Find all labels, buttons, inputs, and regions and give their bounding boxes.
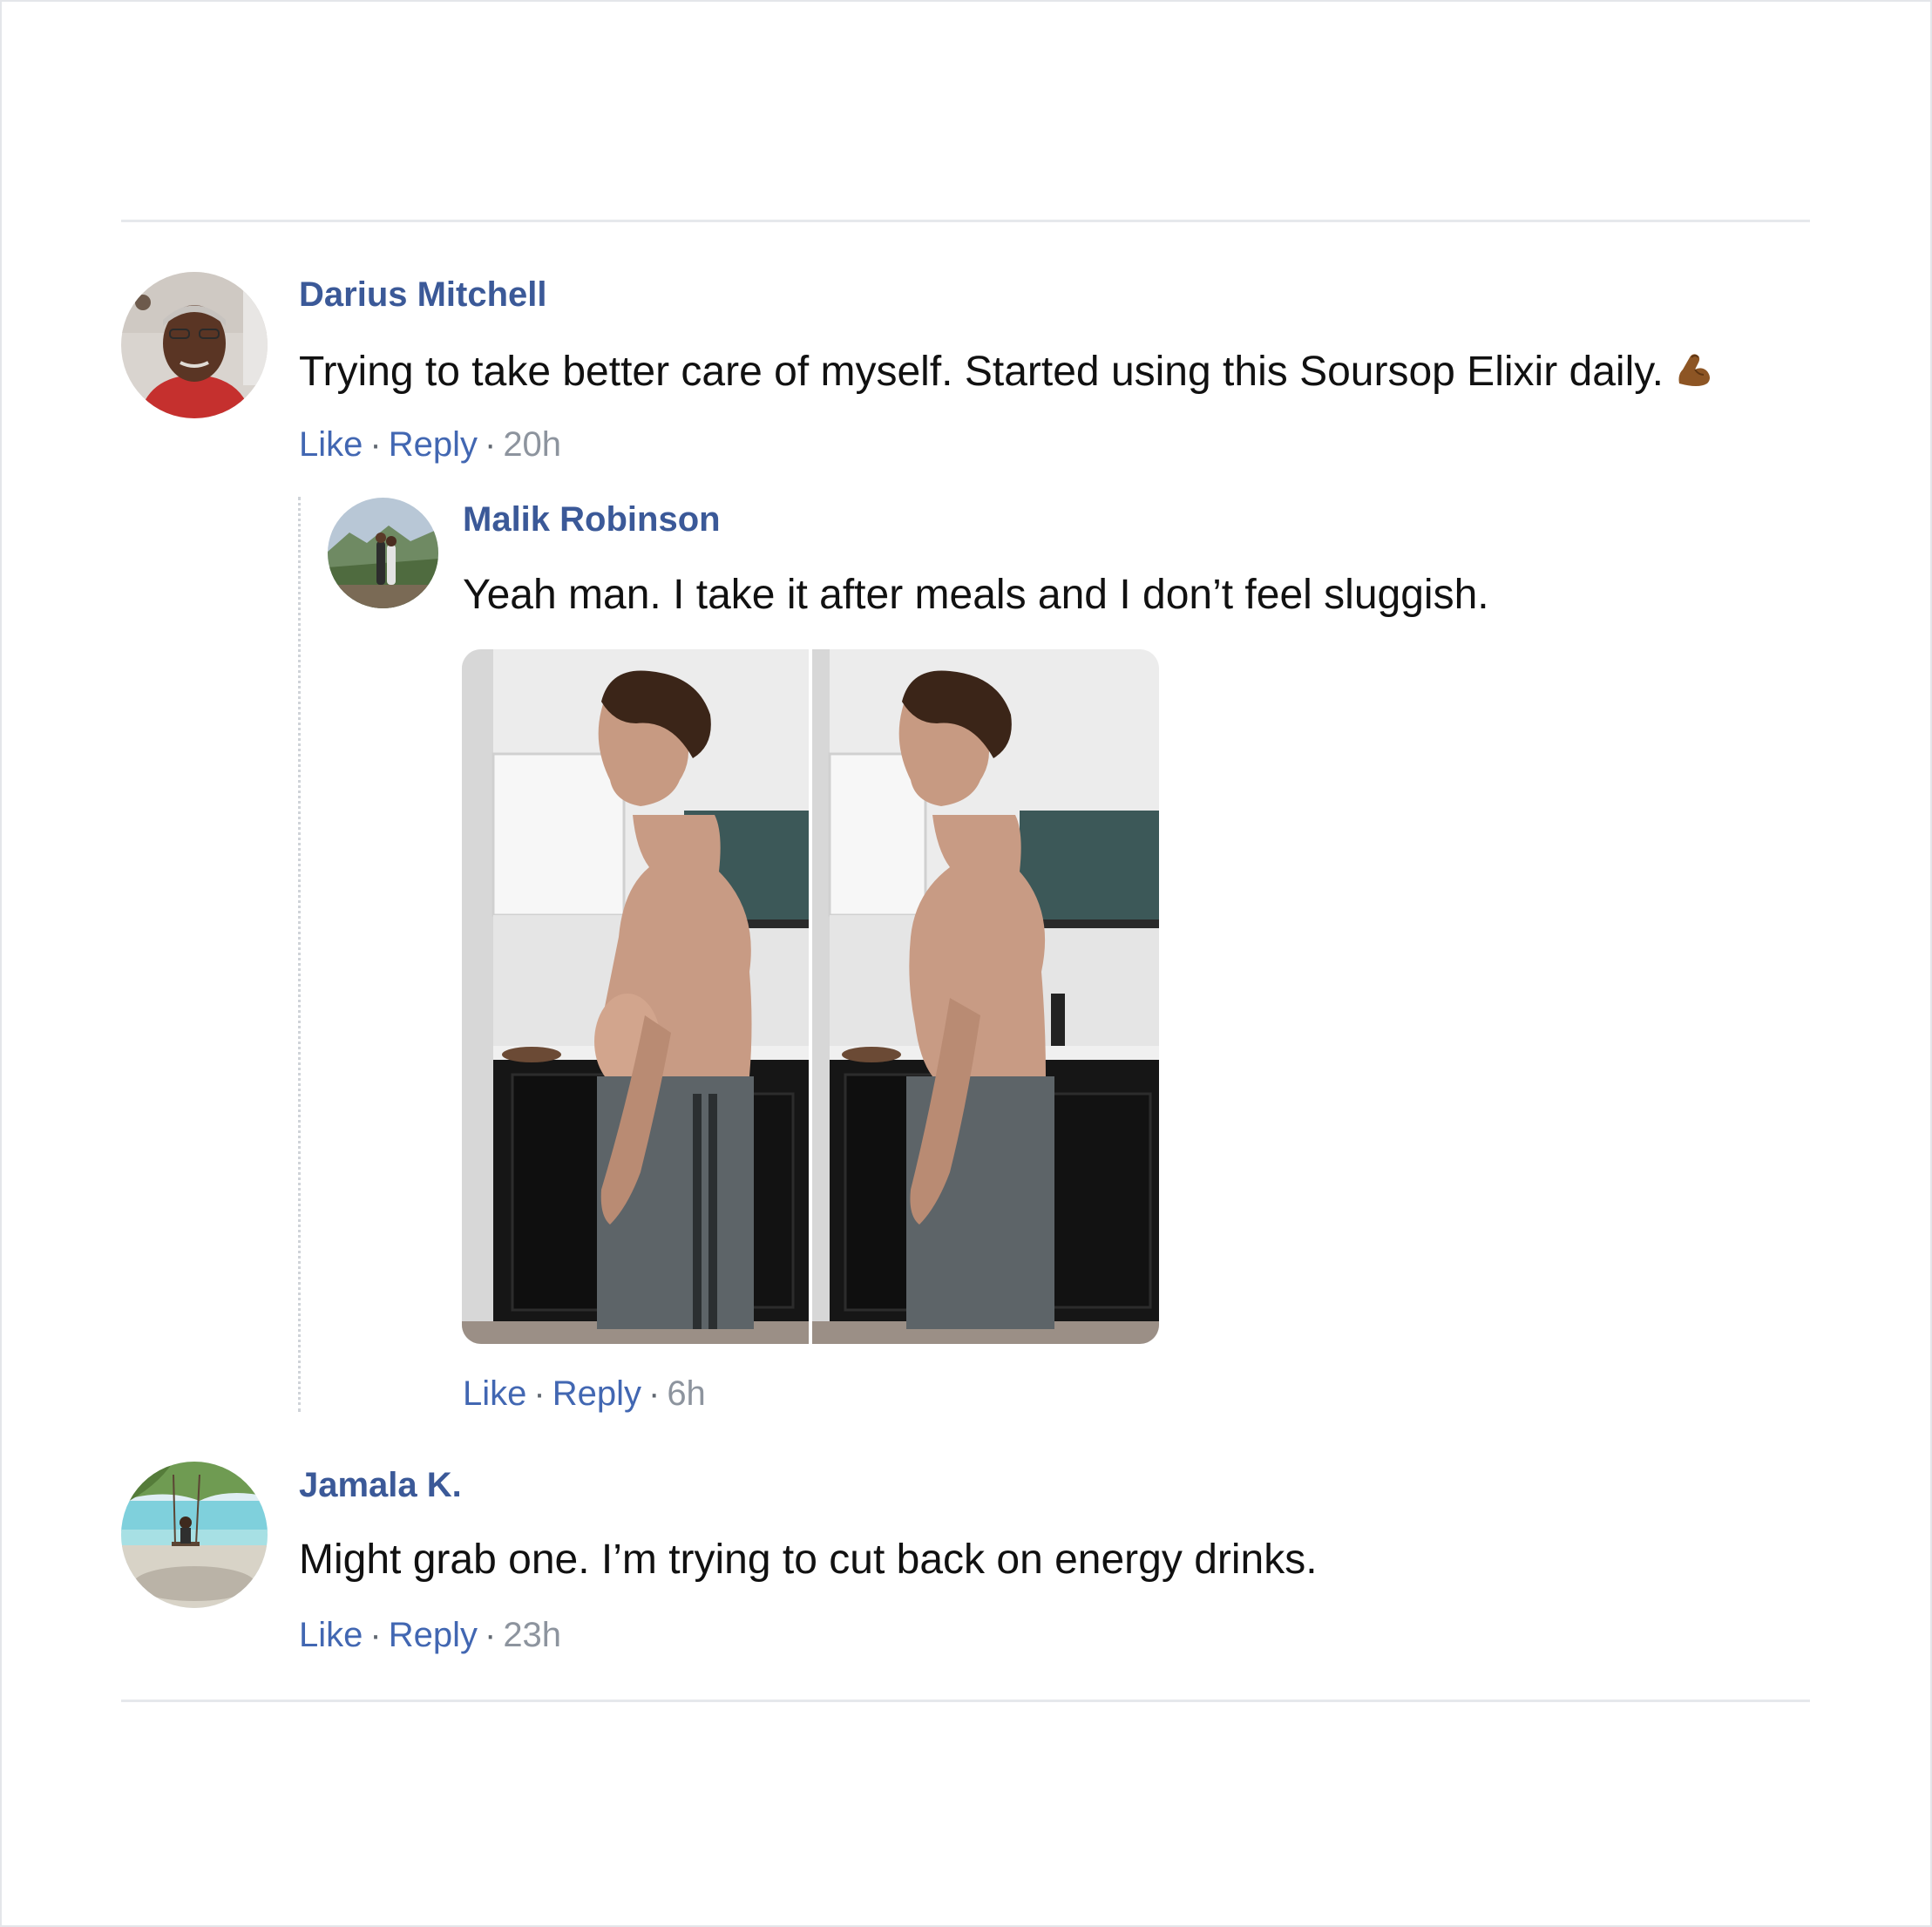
flexed-biceps-icon xyxy=(1672,349,1714,398)
comment-text: Might grab one. I’m trying to cut back o… xyxy=(299,1537,1318,1583)
reply-timestamp[interactable]: 6h xyxy=(667,1374,706,1413)
separator-dot: · xyxy=(484,425,497,464)
reply-author-name[interactable]: Malik Robinson xyxy=(463,502,721,537)
reply-button[interactable]: Reply xyxy=(552,1374,641,1413)
avatar-darius-mitchell[interactable] xyxy=(121,272,268,418)
comment-text-body: Trying to take better care of myself. St… xyxy=(299,349,1664,395)
reply-button[interactable]: Reply xyxy=(389,425,478,464)
top-divider xyxy=(121,220,1810,222)
separator-dot: · xyxy=(484,1616,497,1654)
after-photo-panel xyxy=(812,649,1159,1344)
reply-button[interactable]: Reply xyxy=(389,1616,478,1654)
like-button[interactable]: Like xyxy=(299,425,363,464)
separator-dot: · xyxy=(647,1374,661,1413)
reply-text: Yeah man. I take it after meals and I do… xyxy=(463,572,1489,618)
separator-dot: · xyxy=(369,425,382,464)
like-button[interactable]: Like xyxy=(299,1616,363,1654)
before-photo-panel xyxy=(462,649,809,1344)
comment-actions: Like · Reply · 23h xyxy=(299,1618,561,1652)
comment-timestamp[interactable]: 20h xyxy=(503,425,561,464)
like-button[interactable]: Like xyxy=(463,1374,526,1413)
avatar-malik-robinson[interactable] xyxy=(328,498,438,608)
avatar-jamala-k[interactable] xyxy=(121,1462,268,1608)
comment-actions: Like · Reply · 20h xyxy=(299,427,561,462)
comment-author-name[interactable]: Jamala K. xyxy=(299,1468,462,1503)
comment-timestamp[interactable]: 23h xyxy=(503,1616,561,1654)
separator-dot: · xyxy=(369,1616,382,1654)
reply-thread-line xyxy=(298,497,301,1412)
bottom-divider xyxy=(121,1700,1810,1702)
separator-dot: · xyxy=(533,1374,546,1413)
comment-author-name[interactable]: Darius Mitchell xyxy=(299,277,547,312)
before-after-photo[interactable] xyxy=(462,649,1159,1344)
comment-text: Trying to take better care of myself. St… xyxy=(299,349,1714,398)
reply-actions: Like · Reply · 6h xyxy=(463,1376,706,1411)
